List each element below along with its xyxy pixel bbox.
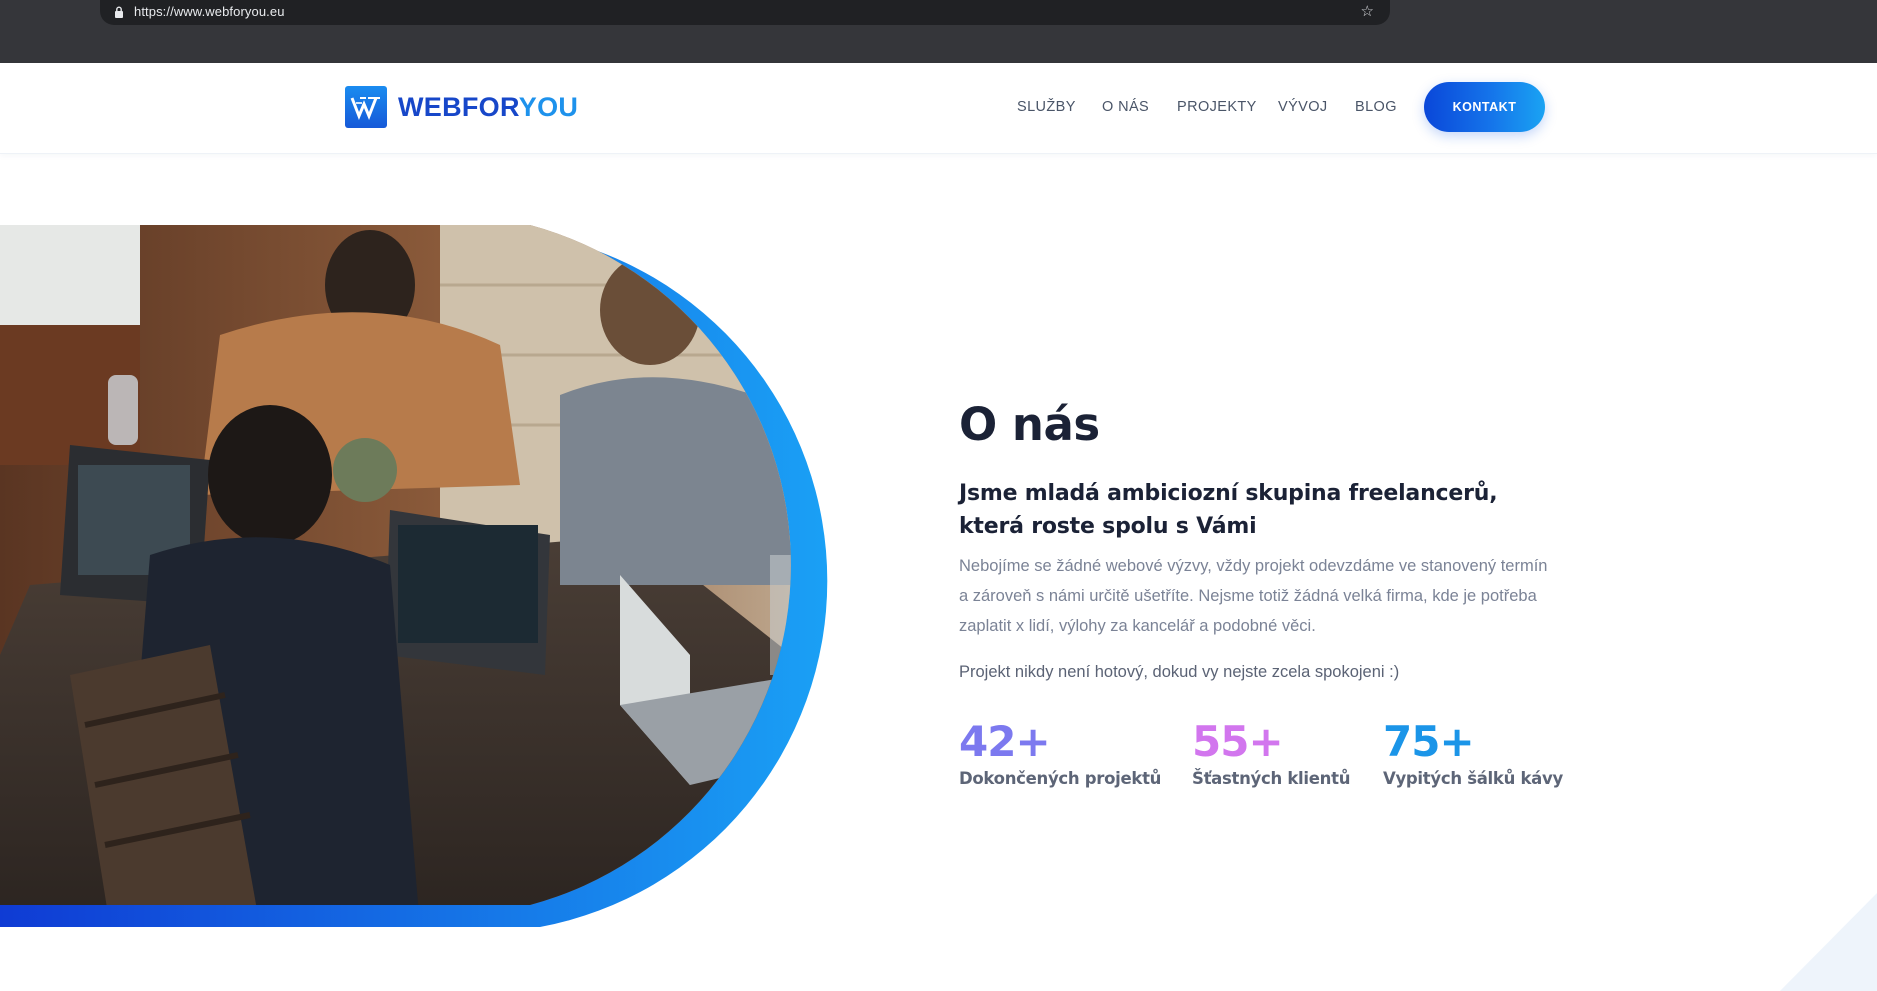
logo[interactable]: WEBFORYOU <box>345 86 578 128</box>
stat-clients: 55+ Šťastných klientů <box>1192 717 1350 788</box>
stat-coffee: 75+ Vypitých šálků kávy <box>1383 717 1563 788</box>
browser-chrome: https://www.webforyou.eu ☆ <box>0 0 1877 63</box>
stat-coffee-value: 75+ <box>1383 717 1475 766</box>
stat-coffee-label: Vypitých šálků kávy <box>1383 769 1563 788</box>
nav-item-blog[interactable]: BLOG <box>1355 99 1397 115</box>
lock-icon <box>115 6 123 18</box>
stat-projects: 42+ Dokončených projektů <box>959 717 1161 788</box>
about-paragraph-2: Projekt nikdy není hotový, dokud vy nejs… <box>959 663 1400 681</box>
stat-projects-value: 42+ <box>959 717 1051 766</box>
logo-text: WEBFORYOU <box>398 92 578 123</box>
stat-projects-label: Dokončených projektů <box>959 769 1162 788</box>
about-paragraph-1: Nebojíme se žádné webové výzvy, vždy pro… <box>959 557 1548 635</box>
star-icon[interactable]: ☆ <box>1361 3 1374 19</box>
nav-item-projekty[interactable]: PROJEKTY <box>1177 99 1257 115</box>
contact-button[interactable]: KONTAKT <box>1424 82 1545 132</box>
stat-clients-label: Šťastných klientů <box>1192 769 1351 788</box>
nav-item-vyvoj[interactable]: VÝVOJ <box>1278 99 1328 115</box>
stat-clients-value: 55+ <box>1192 717 1284 766</box>
team-working-on-laptops-photo <box>0 225 828 927</box>
address-bar[interactable]: https://www.webforyou.eu ☆ <box>100 0 1390 25</box>
about-title: O nás <box>959 398 1100 451</box>
nav-item-sluzby[interactable]: SLUŽBY <box>1017 99 1076 115</box>
logo-w-icon <box>345 86 387 128</box>
about-subtitle: Jsme mladá ambiciozní skupina freelancer… <box>959 481 1498 539</box>
stats-row: 42+ Dokončených projektů 55+ Šťastných k… <box>959 717 1619 807</box>
logo-text-part2: YOU <box>518 91 579 122</box>
about-section: O nás Jsme mladá ambiciozní skupina free… <box>959 395 1559 681</box>
decorative-shape <box>1780 893 1877 991</box>
site-header: WEBFORYOU SLUŽBY O NÁS PROJEKTY VÝVOJ BL… <box>0 63 1877 154</box>
nav-item-o-nas[interactable]: O NÁS <box>1102 99 1149 115</box>
url-text[interactable]: https://www.webforyou.eu <box>134 4 285 19</box>
logo-text-part1: WEBFOR <box>398 91 519 122</box>
